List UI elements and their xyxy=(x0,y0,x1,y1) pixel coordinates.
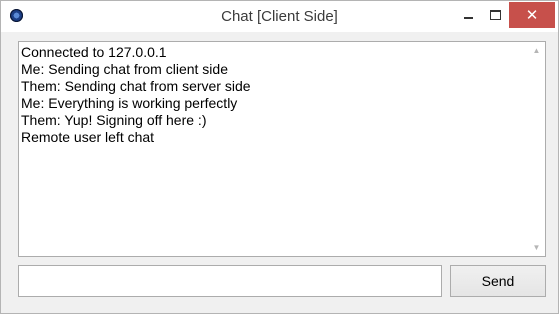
minimize-button[interactable] xyxy=(455,2,482,28)
message-line: Me: Sending chat from client side xyxy=(21,61,228,77)
message-line: Them: Sending chat from server side xyxy=(21,78,251,94)
send-button[interactable]: Send xyxy=(450,265,546,297)
message-line: Connected to 127.0.0.1 xyxy=(21,44,167,60)
message-line: Them: Yup! Signing off here :) xyxy=(21,112,207,128)
maximize-button[interactable] xyxy=(482,2,508,28)
chat-log[interactable]: Connected to 127.0.0.1 Me: Sending chat … xyxy=(18,41,546,257)
scroll-up-icon[interactable]: ▲ xyxy=(528,42,545,59)
title-bar[interactable]: Chat [Client Side] ✕ xyxy=(1,1,558,32)
vertical-scrollbar[interactable]: ▲ ▼ xyxy=(528,42,545,256)
close-button[interactable]: ✕ xyxy=(509,2,555,28)
scroll-down-icon[interactable]: ▼ xyxy=(528,239,545,256)
chat-window: Chat [Client Side] ✕ Connected to 127.0.… xyxy=(0,0,559,314)
message-line: Me: Everything is working perfectly xyxy=(21,95,238,111)
message-list: Connected to 127.0.0.1 Me: Sending chat … xyxy=(21,44,527,146)
minimize-icon xyxy=(464,17,473,19)
message-input[interactable] xyxy=(18,265,442,297)
close-icon: ✕ xyxy=(525,5,539,24)
maximize-icon xyxy=(489,10,501,20)
message-line: Remote user left chat xyxy=(21,129,155,145)
